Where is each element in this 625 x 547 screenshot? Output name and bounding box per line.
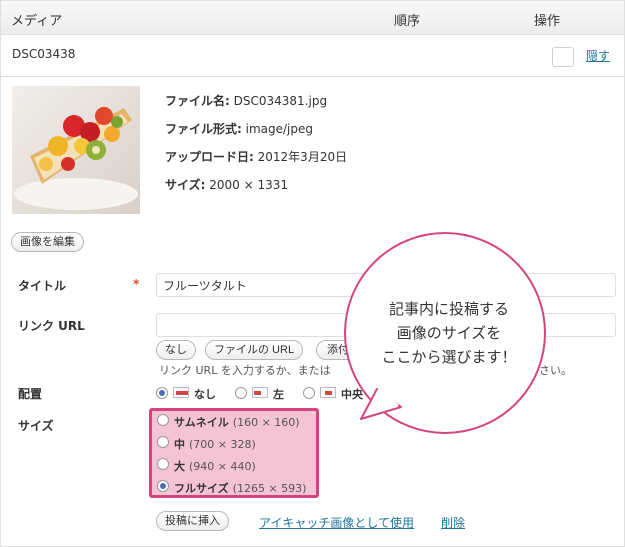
header-media: メディア (11, 14, 63, 29)
header-order: 順序 (394, 14, 421, 29)
callout-text: 記事内に投稿する 画像のサイズを ここから選びます！ (351, 297, 547, 369)
media-filename: DSC03438 (12, 47, 76, 61)
size-large-name: 大 (174, 460, 185, 473)
link-none-button[interactable]: なし (156, 340, 196, 360)
callout-line-1: 記事内に投稿する (388, 300, 509, 318)
size-large-radio[interactable] (157, 458, 169, 470)
media-item-panel: メディア 順序 操作 DSC03438 隠す ファイル名: DSC034381.… (0, 0, 625, 547)
size-meta-label: サイズ: (165, 178, 206, 192)
fruit-tart-image (12, 86, 140, 214)
delete-link[interactable]: 削除 (441, 514, 465, 531)
align-none-label: なし (194, 388, 216, 401)
header-action: 操作 (534, 14, 561, 29)
title-label: タイトル (18, 279, 67, 293)
size-medium-radio[interactable] (157, 436, 169, 448)
upload-date-label: アップロード日: (165, 150, 254, 164)
edit-image-button[interactable]: 画像を編集 (11, 232, 84, 252)
size-thumbnail-option: サムネイル (160 × 160) (174, 414, 300, 430)
link-help-main: リンク URL を入力するか、または (159, 364, 331, 377)
meta-size: サイズ: 2000 × 1331 (165, 176, 288, 193)
upload-date-value: 2012年3月20日 (257, 150, 348, 164)
file-name-label: ファイル名: (165, 94, 230, 108)
align-left-label: 左 (273, 388, 284, 401)
link-url-label: リンク URL (18, 319, 85, 333)
order-input[interactable] (552, 47, 574, 67)
meta-file-name: ファイル名: DSC034381.jpg (165, 92, 327, 109)
size-medium-option: 中 (700 × 328) (174, 436, 256, 452)
align-left-icon (252, 387, 268, 398)
link-help-text: リンク URL を入力するか、または さい。 (159, 362, 572, 378)
size-full-dims: (1265 × 593) (232, 482, 307, 495)
size-full-name: フルサイズ (174, 482, 229, 495)
hide-link[interactable]: 隠す (586, 47, 610, 64)
size-full-radio[interactable] (157, 480, 169, 492)
file-name-value: DSC034381.jpg (233, 94, 328, 108)
media-item-row: DSC03438 隠す (1, 35, 624, 77)
size-label: サイズ (18, 419, 54, 433)
meta-file-type: ファイル形式: image/jpeg (165, 120, 313, 137)
callout-line-3: ここから選びます！ (381, 348, 517, 366)
required-mark: * (133, 277, 140, 291)
size-full-option: フルサイズ (1265 × 593) (174, 480, 306, 496)
align-center-icon (320, 387, 336, 398)
size-thumbnail-name: サムネイル (174, 416, 229, 429)
size-thumbnail-dims: (160 × 160) (232, 416, 300, 429)
size-large-option: 大 (940 × 440) (174, 458, 256, 474)
align-none-icon (173, 387, 189, 398)
callout-line-2: 画像のサイズを (396, 324, 502, 342)
alignment-label: 配置 (18, 387, 43, 401)
size-medium-name: 中 (174, 438, 185, 451)
align-none-radio[interactable] (156, 387, 168, 399)
link-file-url-button[interactable]: ファイルの URL (205, 340, 304, 360)
insert-into-post-button[interactable]: 投稿に挿入 (156, 511, 229, 531)
set-featured-image-link[interactable]: アイキャッチ画像として使用 (259, 514, 414, 531)
table-header: メディア 順序 操作 (1, 1, 624, 35)
size-meta-value: 2000 × 1331 (209, 178, 289, 192)
meta-upload-date: アップロード日: 2012年3月20日 (165, 148, 347, 165)
image-thumbnail (12, 86, 140, 214)
file-type-label: ファイル形式: (165, 122, 242, 136)
align-center-radio[interactable] (303, 387, 315, 399)
file-type-value: image/jpeg (245, 122, 314, 136)
size-large-dims: (940 × 440) (189, 460, 256, 473)
size-thumbnail-radio[interactable] (157, 414, 169, 426)
align-left-radio[interactable] (235, 387, 247, 399)
size-medium-dims: (700 × 328) (189, 438, 256, 451)
